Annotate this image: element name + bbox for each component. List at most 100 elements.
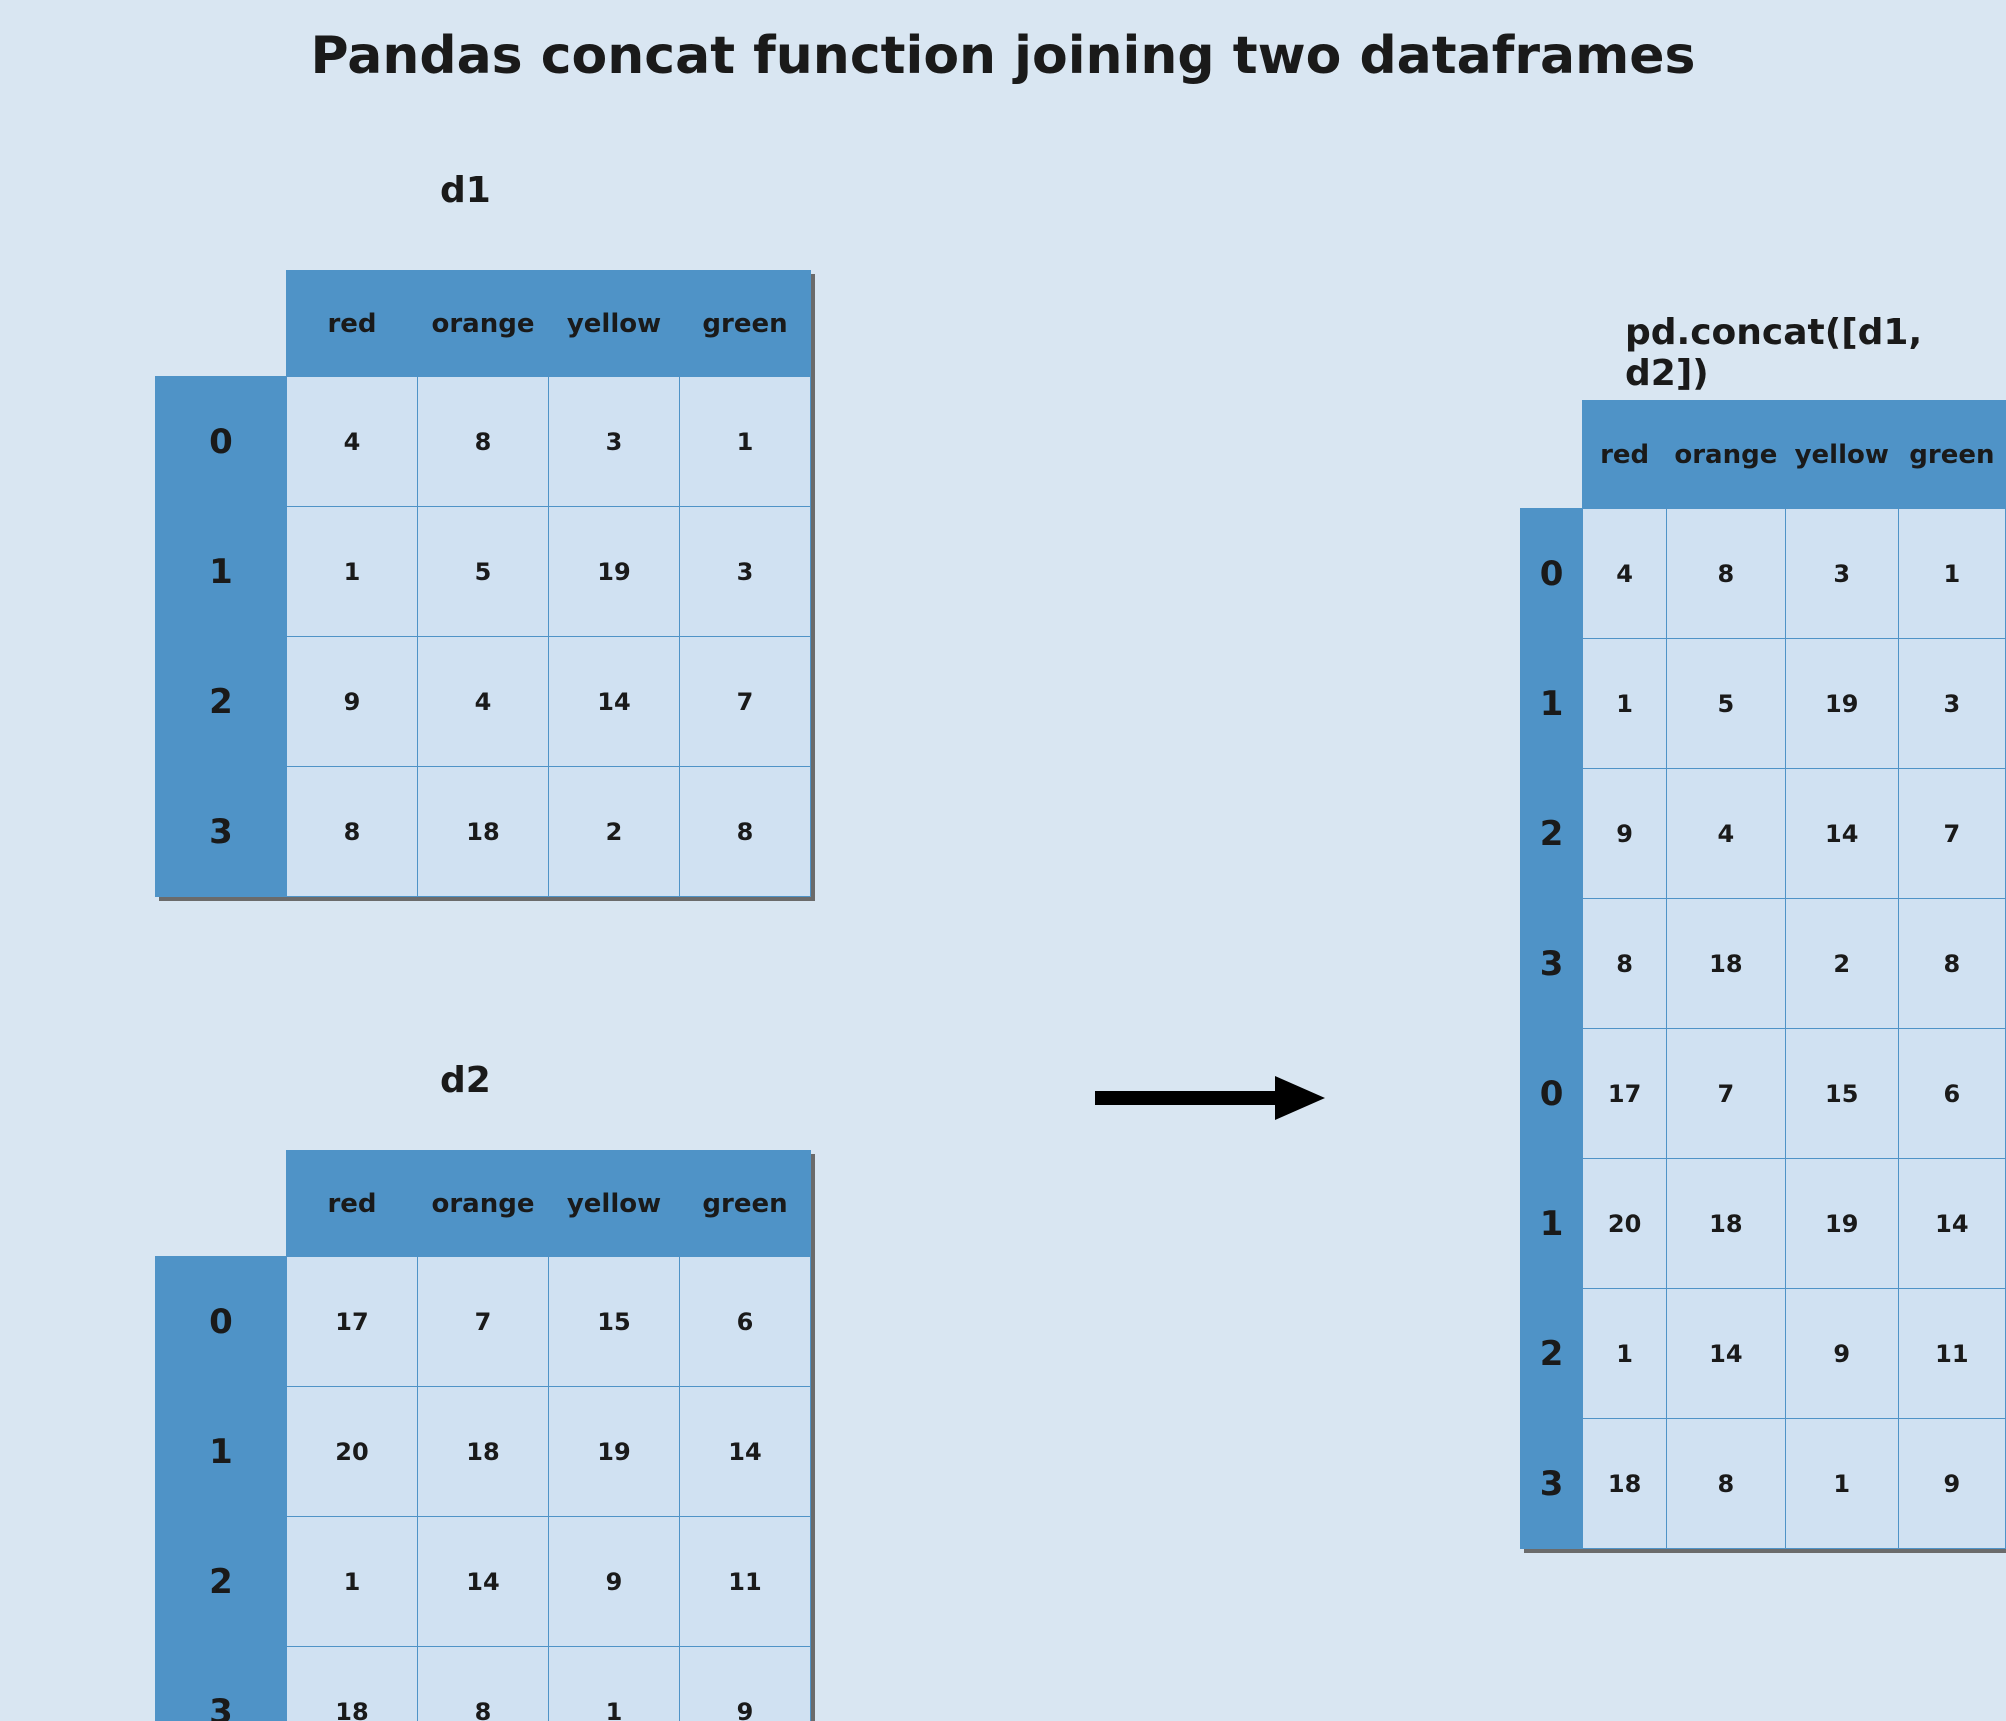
cell: 6 <box>680 1257 811 1387</box>
cell: 18 <box>418 1387 549 1517</box>
row-header: 3 <box>156 767 287 897</box>
cell: 18 <box>1583 1419 1667 1549</box>
col-header: red <box>287 1151 418 1257</box>
cell: 9 <box>549 1517 680 1647</box>
row-header: 3 <box>1521 1419 1583 1549</box>
cell: 5 <box>418 507 549 637</box>
cell: 5 <box>1667 639 1786 769</box>
cell: 14 <box>1898 1159 2005 1289</box>
cell: 2 <box>1785 899 1898 1029</box>
cell: 17 <box>1583 1029 1667 1159</box>
row-header: 3 <box>156 1647 287 1721</box>
row-header: 1 <box>156 1387 287 1517</box>
cell: 8 <box>1667 509 1786 639</box>
cell: 9 <box>1898 1419 2005 1549</box>
cell: 14 <box>418 1517 549 1647</box>
col-header: yellow <box>1785 401 1898 509</box>
cell: 9 <box>287 637 418 767</box>
cell: 20 <box>1583 1159 1667 1289</box>
page-title: Pandas concat function joining two dataf… <box>0 26 2006 86</box>
cell: 15 <box>1785 1029 1898 1159</box>
row-header: 2 <box>156 637 287 767</box>
col-header: yellow <box>549 271 680 377</box>
arrow-right-icon <box>1095 1078 1325 1118</box>
cell: 8 <box>1583 899 1667 1029</box>
cell: 3 <box>680 507 811 637</box>
cell: 8 <box>1667 1419 1786 1549</box>
cell: 9 <box>1583 769 1667 899</box>
cell: 4 <box>1667 769 1786 899</box>
cell: 4 <box>1583 509 1667 639</box>
cell: 18 <box>1667 1159 1786 1289</box>
cell: 18 <box>1667 899 1786 1029</box>
cell: 8 <box>680 767 811 897</box>
cell: 2 <box>549 767 680 897</box>
col-header: orange <box>418 1151 549 1257</box>
cell: 4 <box>418 637 549 767</box>
cell: 8 <box>418 1647 549 1721</box>
cell: 9 <box>1785 1289 1898 1419</box>
col-header: red <box>287 271 418 377</box>
cell: 15 <box>549 1257 680 1387</box>
cell: 3 <box>1898 639 2005 769</box>
corner-cell <box>1521 401 1583 509</box>
cell: 8 <box>287 767 418 897</box>
label-result: pd.concat([d1, d2]) <box>1625 312 2006 394</box>
cell: 9 <box>680 1647 811 1721</box>
cell: 6 <box>1898 1029 2005 1159</box>
cell: 1 <box>1583 639 1667 769</box>
row-header: 1 <box>1521 639 1583 769</box>
cell: 1 <box>287 1517 418 1647</box>
row-header: 0 <box>156 377 287 507</box>
table-d2: red orange yellow green 0 17 7 15 6 1 20… <box>155 1150 811 1721</box>
col-header: green <box>1898 401 2005 509</box>
diagram-canvas: Pandas concat function joining two dataf… <box>0 0 2006 1721</box>
cell: 14 <box>549 637 680 767</box>
col-header: orange <box>1667 401 1786 509</box>
cell: 19 <box>1785 639 1898 769</box>
col-header: green <box>680 271 811 377</box>
cell: 7 <box>1898 769 2005 899</box>
row-header: 1 <box>156 507 287 637</box>
table-result: red orange yellow green 0 4 8 3 1 1 1 5 … <box>1520 400 2006 1549</box>
cell: 7 <box>1667 1029 1786 1159</box>
cell: 1 <box>1898 509 2005 639</box>
cell: 1 <box>1785 1419 1898 1549</box>
cell: 19 <box>549 1387 680 1517</box>
cell: 1 <box>680 377 811 507</box>
cell: 14 <box>680 1387 811 1517</box>
row-header: 2 <box>1521 1289 1583 1419</box>
cell: 4 <box>287 377 418 507</box>
col-header: red <box>1583 401 1667 509</box>
row-header: 3 <box>1521 899 1583 1029</box>
cell: 11 <box>680 1517 811 1647</box>
cell: 8 <box>418 377 549 507</box>
row-header: 0 <box>1521 1029 1583 1159</box>
corner-cell <box>156 1151 287 1257</box>
cell: 18 <box>287 1647 418 1721</box>
cell: 20 <box>287 1387 418 1517</box>
cell: 7 <box>418 1257 549 1387</box>
cell: 14 <box>1667 1289 1786 1419</box>
table-d1: red orange yellow green 0 4 8 3 1 1 1 5 … <box>155 270 811 897</box>
col-header: green <box>680 1151 811 1257</box>
corner-cell <box>156 271 287 377</box>
cell: 11 <box>1898 1289 2005 1419</box>
cell: 7 <box>680 637 811 767</box>
row-header: 0 <box>156 1257 287 1387</box>
cell: 19 <box>549 507 680 637</box>
cell: 1 <box>1583 1289 1667 1419</box>
cell: 1 <box>287 507 418 637</box>
row-header: 1 <box>1521 1159 1583 1289</box>
cell: 18 <box>418 767 549 897</box>
cell: 19 <box>1785 1159 1898 1289</box>
cell: 3 <box>1785 509 1898 639</box>
col-header: yellow <box>549 1151 680 1257</box>
row-header: 0 <box>1521 509 1583 639</box>
label-d1: d1 <box>440 170 491 211</box>
cell: 3 <box>549 377 680 507</box>
row-header: 2 <box>156 1517 287 1647</box>
col-header: orange <box>418 271 549 377</box>
cell: 8 <box>1898 899 2005 1029</box>
cell: 1 <box>549 1647 680 1721</box>
